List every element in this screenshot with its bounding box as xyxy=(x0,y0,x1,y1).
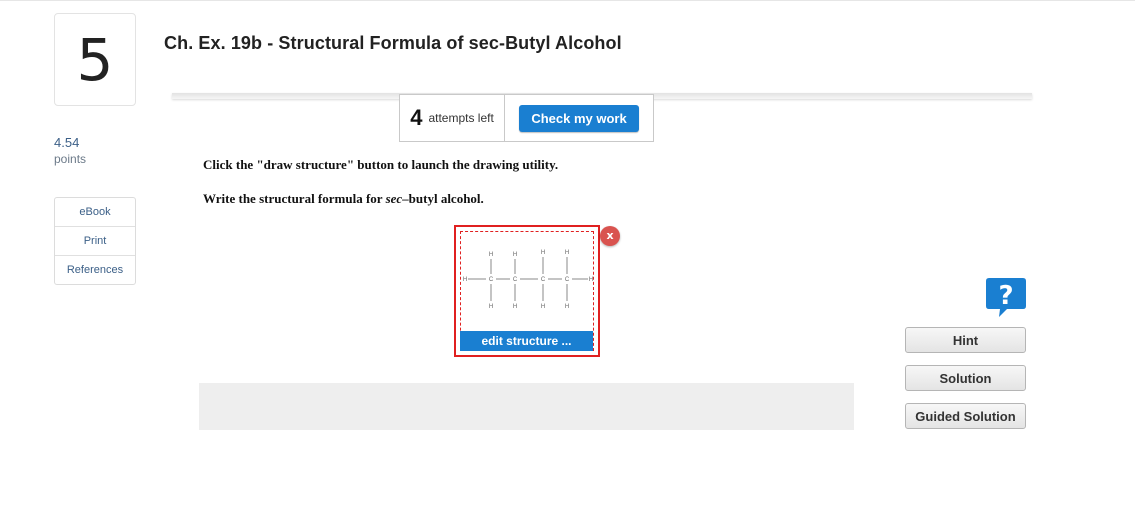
atom-h-label: H xyxy=(541,304,545,310)
atom-c-label: C xyxy=(489,277,494,283)
attempts-panel: 4 attempts left Check my work xyxy=(399,94,654,142)
top-divider xyxy=(0,0,1135,1)
references-link[interactable]: References xyxy=(55,256,135,284)
instruction-italic: sec xyxy=(385,191,403,206)
feedback-area xyxy=(199,383,854,430)
ebook-link[interactable]: eBook xyxy=(55,198,135,227)
attempts-label: attempts left xyxy=(428,111,494,125)
molecule-structure-image: H C C C C H H H H H H H H H xyxy=(463,250,593,310)
check-wrap: Check my work xyxy=(505,95,653,141)
atom-h-label: H xyxy=(565,250,569,256)
close-icon[interactable]: x xyxy=(600,226,620,246)
instruction-suffix: –butyl alcohol. xyxy=(402,191,484,206)
atom-h-label: H xyxy=(489,252,493,258)
guided-solution-button[interactable]: Guided Solution xyxy=(905,403,1026,429)
atom-c-label: C xyxy=(541,277,546,283)
question-mark-glyph: ? xyxy=(998,281,1013,311)
atom-h-label: H xyxy=(589,277,593,283)
instruction-prefix: Write the structural formula for xyxy=(203,191,386,206)
instruction-launch: Click the "draw structure" button to lau… xyxy=(203,157,559,172)
atom-h-label: H xyxy=(565,304,569,310)
attempts-count: 4 xyxy=(410,105,423,130)
points-value: 4.54 xyxy=(54,135,80,150)
atom-h-label: H xyxy=(463,277,467,283)
atom-h-label: H xyxy=(489,304,493,310)
atom-h-label: H xyxy=(513,252,517,258)
atom-c-label: C xyxy=(565,277,570,283)
question-number: 5 xyxy=(54,13,136,106)
points-label: points xyxy=(54,152,87,166)
print-link[interactable]: Print xyxy=(55,227,135,256)
solution-button[interactable]: Solution xyxy=(905,365,1026,391)
edit-structure-button[interactable]: edit structure ... xyxy=(460,331,593,351)
instruction-question: Write the structural formula for sec–but… xyxy=(203,191,484,207)
atom-c-label: C xyxy=(513,277,518,283)
resource-links: eBook Print References xyxy=(54,197,136,285)
atom-h-label: H xyxy=(513,304,517,310)
page-title: Ch. Ex. 19b - Structural Formula of sec-… xyxy=(164,33,622,53)
atom-h-label: H xyxy=(541,250,545,256)
attempts-counter: 4 attempts left xyxy=(400,95,505,141)
hint-button[interactable]: Hint xyxy=(905,327,1026,353)
question-mark-icon[interactable]: ? xyxy=(985,275,1027,319)
check-my-work-button[interactable]: Check my work xyxy=(519,104,639,132)
